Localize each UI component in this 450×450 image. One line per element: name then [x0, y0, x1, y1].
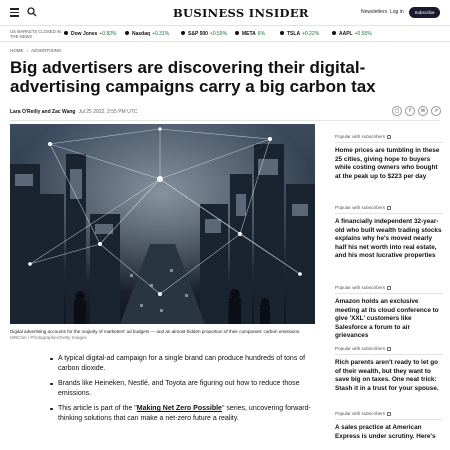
email-icon[interactable]: ✉ [418, 106, 428, 116]
city-network-illustration [10, 124, 315, 324]
sidebar-story-label: Popular with subscribers [335, 346, 443, 351]
series-link[interactable]: Making Net Zero Possible [137, 405, 222, 412]
summary-bullet: A typical digital-ad campaign for a sing… [50, 354, 315, 373]
sidebar-divider [335, 354, 443, 355]
ticker-name: AAPL [339, 31, 353, 37]
popular-label: Popular with subscribers [335, 285, 386, 290]
ticker-name: S&P 500 [188, 31, 208, 37]
sidebar-divider [335, 213, 443, 214]
sidebar-story-label: Popular with subscribers [335, 205, 443, 210]
ticker-name: META [242, 31, 256, 37]
ticker-item[interactable]: Dow Jones +0.82% [64, 31, 117, 37]
share-icon[interactable]: ↗ [431, 106, 441, 116]
sidebar-story[interactable]: Popular with subscribers Rich parents ar… [335, 346, 443, 393]
sidebar-divider [335, 293, 443, 294]
ticker-change: +0.82% [99, 31, 117, 37]
breadcrumb-separator-icon: › [26, 48, 29, 53]
bullet-text: This article is part of the " [58, 405, 137, 412]
article-date: Jul 25 2022, 2:55 PM UTC [78, 109, 138, 115]
breadcrumb-home[interactable]: HOME [10, 48, 24, 53]
facebook-icon[interactable]: f [405, 106, 415, 116]
ticker-item[interactable]: TSLA +0.22% [280, 31, 319, 37]
lock-icon [387, 205, 392, 210]
subscribe-button[interactable]: Subscribe [409, 7, 440, 18]
ticker-item[interactable]: META 6% [235, 31, 265, 37]
header-divider [10, 120, 440, 121]
ticker-name: TSLA [287, 31, 301, 37]
sidebar-story-label: Popular with subscribers [335, 285, 443, 290]
ticker-change: +0.59% [209, 31, 228, 37]
ticker-change: +0.22% [302, 31, 320, 37]
hero-image[interactable] [10, 124, 315, 324]
sidebar-divider [335, 419, 443, 420]
newsletters-link[interactable]: Newsletters [361, 9, 387, 15]
sidebar-story-label: Popular with subscribers [335, 411, 443, 416]
ticker-dot-icon [332, 31, 336, 35]
summary-bullets: A typical digital-ad campaign for a sing… [50, 354, 315, 429]
sidebar-story[interactable]: Popular with subscribers Home prices are… [335, 134, 443, 181]
popular-label: Popular with subscribers [335, 205, 386, 210]
ticker-item[interactable]: Nasdaq +0.31% [125, 31, 169, 37]
ticker-item[interactable]: S&P 500 +0.59% [181, 31, 227, 37]
market-ticker: US MARKETS CLOSED IN THE NEWS Dow Jones +… [0, 26, 450, 42]
ticker-dot-icon [125, 31, 129, 35]
sidebar-story-label: Popular with subscribers [335, 134, 443, 139]
article-authors[interactable]: Lara O'Reilly and Zac Wang [10, 109, 75, 115]
lock-icon [387, 285, 392, 290]
site-logo[interactable]: BUSINESS INSIDER [173, 6, 309, 20]
sidebar-story[interactable]: Popular with subscribers A financially i… [335, 205, 443, 261]
sidebar-story-title: Home prices are tumbling in these 25 cit… [335, 147, 440, 180]
login-link[interactable]: Log in [390, 9, 404, 15]
summary-bullet: This article is part of the "Making Net … [50, 404, 315, 423]
byline: Lara O'Reilly and Zac Wang Jul 25 2022, 2… [10, 109, 137, 115]
ticker-name: Nasdaq [132, 31, 151, 37]
lock-icon [387, 346, 392, 351]
sidebar-story-title: A sales practice at American Express is … [335, 424, 436, 440]
menu-icon[interactable] [10, 8, 19, 17]
ticker-dot-icon [235, 31, 239, 35]
ticker-dot-icon [280, 31, 284, 35]
sidebar-story-title: Rich parents aren't ready to let go of t… [335, 359, 439, 392]
image-credit: MRChin / Photographer/Getty Images [10, 335, 87, 340]
bookmark-icon[interactable]: ▢ [392, 106, 402, 116]
lock-icon [387, 134, 392, 139]
breadcrumb: HOME › ADVERTISING [10, 48, 61, 53]
search-icon[interactable] [27, 7, 37, 17]
ticker-name: Dow Jones [71, 31, 98, 37]
sidebar-story[interactable]: Popular with subscribers A sales practic… [335, 411, 443, 441]
popular-label: Popular with subscribers [335, 411, 386, 416]
breadcrumb-section[interactable]: ADVERTISING [31, 48, 61, 53]
lock-icon [387, 411, 392, 416]
sidebar-story-title: A financially independent 32-year-old wh… [335, 218, 442, 260]
ticker-dot-icon [181, 31, 185, 35]
popular-label: Popular with subscribers [335, 346, 386, 351]
sidebar-story[interactable]: Popular with subscribers Amazon holds an… [335, 285, 443, 341]
article-headline: Big advertisers are discovering their di… [10, 58, 376, 96]
ticker-change: +0.31% [152, 31, 170, 37]
ticker-dot-icon [64, 31, 68, 35]
summary-bullet: Brands like Heineken, Nestlé, and Toyota… [50, 379, 315, 398]
popular-label: Popular with subscribers [335, 134, 386, 139]
ticker-change: 6% [257, 31, 266, 37]
ticker-item[interactable]: AAPL +0.55% [332, 31, 372, 37]
ticker-label: US MARKETS CLOSED IN THE NEWS [10, 29, 61, 39]
site-header: BUSINESS INSIDER Newsletters Log in Subs… [0, 0, 450, 26]
sidebar-story-title: Amazon holds an exclusive meeting at its… [335, 298, 439, 340]
ticker-change: +0.55% [354, 31, 372, 37]
sidebar-divider [335, 142, 443, 143]
